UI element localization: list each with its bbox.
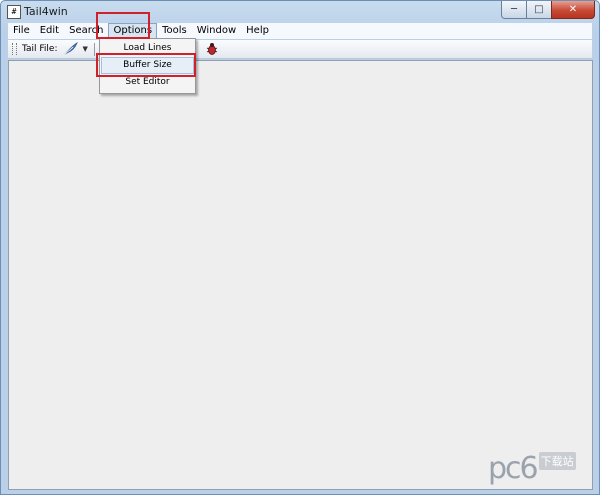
app-window: # Tail4win ─ □ ✕ File Edit Search Option… bbox=[0, 0, 600, 495]
watermark-logo: pc6 bbox=[488, 450, 539, 486]
watermark-text: 下载站 bbox=[538, 452, 576, 470]
app-icon[interactable]: # bbox=[7, 5, 21, 19]
menu-tools[interactable]: Tools bbox=[157, 23, 192, 39]
bug-icon[interactable] bbox=[206, 42, 218, 56]
chevron-down-icon[interactable]: ▼ bbox=[82, 45, 87, 53]
title-bar[interactable]: # Tail4win ─ □ ✕ bbox=[1, 1, 599, 23]
toolbar-grip[interactable] bbox=[12, 43, 17, 55]
menu-edit[interactable]: Edit bbox=[35, 23, 64, 39]
minimize-button[interactable]: ─ bbox=[501, 1, 527, 19]
feather-icon[interactable] bbox=[63, 42, 79, 56]
watermark: pc6 下载站 bbox=[488, 446, 596, 490]
menu-help[interactable]: Help bbox=[241, 23, 274, 39]
menu-window[interactable]: Window bbox=[192, 23, 241, 39]
annotation-highlight-options bbox=[96, 12, 150, 39]
tail-content-area[interactable] bbox=[8, 60, 593, 490]
tail-file-label: Tail File: bbox=[22, 44, 58, 54]
window-controls: ─ □ ✕ bbox=[501, 1, 595, 19]
close-button[interactable]: ✕ bbox=[551, 1, 595, 19]
maximize-button[interactable]: □ bbox=[526, 1, 552, 19]
window-title: Tail4win bbox=[24, 5, 68, 18]
toolbar-separator bbox=[93, 42, 95, 56]
annotation-highlight-buffer-size bbox=[96, 53, 196, 77]
menu-file[interactable]: File bbox=[8, 23, 35, 39]
